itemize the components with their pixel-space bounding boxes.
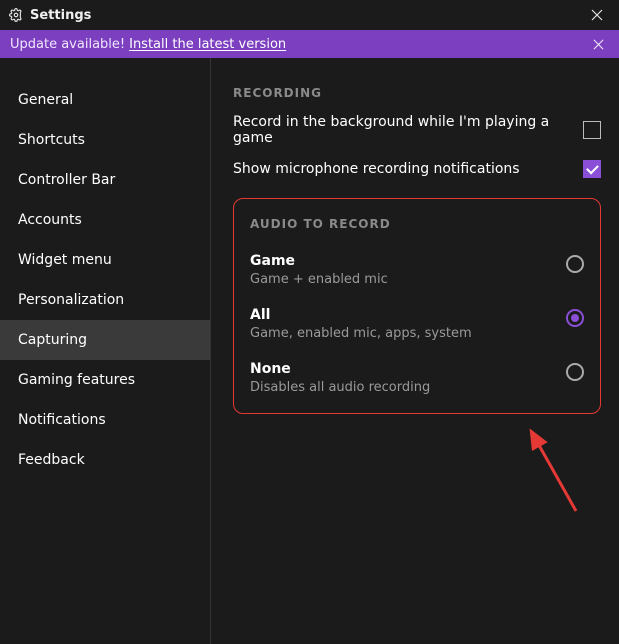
sidebar-item-label: Widget menu	[18, 252, 112, 268]
sidebar-item-label: Notifications	[18, 412, 106, 428]
sidebar-item-label: Accounts	[18, 212, 82, 228]
sidebar-item-notifications[interactable]: Notifications	[0, 400, 210, 440]
sidebar-item-gaming-features[interactable]: Gaming features	[0, 360, 210, 400]
sidebar-item-widget-menu[interactable]: Widget menu	[0, 240, 210, 280]
window-close-button[interactable]	[583, 1, 611, 29]
sidebar-item-label: Gaming features	[18, 372, 135, 388]
banner-close-button[interactable]	[587, 33, 609, 55]
audio-option-title: All	[250, 307, 566, 323]
sidebar-item-label: Personalization	[18, 292, 124, 308]
sidebar-item-personalization[interactable]: Personalization	[0, 280, 210, 320]
mic-notifications-label: Show microphone recording notifications	[233, 161, 583, 177]
sidebar-item-general[interactable]: General	[0, 80, 210, 120]
annotation-arrow	[521, 421, 591, 521]
sidebar-item-capturing[interactable]: Capturing	[0, 320, 210, 360]
audio-option-title: None	[250, 361, 566, 377]
audio-to-record-section: AUDIO TO RECORD Game Game + enabled mic …	[233, 198, 601, 414]
audio-option-none[interactable]: None Disables all audio recording	[250, 353, 584, 395]
sidebar-item-label: Shortcuts	[18, 132, 85, 148]
audio-option-title: Game	[250, 253, 566, 269]
audio-option-desc: Game + enabled mic	[250, 272, 566, 287]
sidebar-item-label: General	[18, 92, 73, 108]
sidebar-item-feedback[interactable]: Feedback	[0, 440, 210, 480]
banner-message: Update available!	[10, 37, 125, 52]
mic-notifications-row[interactable]: Show microphone recording notifications	[233, 160, 601, 178]
sidebar-item-shortcuts[interactable]: Shortcuts	[0, 120, 210, 160]
main: General Shortcuts Controller Bar Account…	[0, 58, 619, 644]
record-background-checkbox[interactable]	[583, 121, 601, 139]
close-icon	[593, 39, 604, 50]
recording-heading: RECORDING	[233, 86, 601, 100]
sidebar-item-accounts[interactable]: Accounts	[0, 200, 210, 240]
titlebar: Settings	[0, 0, 619, 30]
close-icon	[591, 9, 603, 21]
sidebar-item-label: Feedback	[18, 452, 85, 468]
audio-option-game-radio[interactable]	[566, 255, 584, 273]
banner-install-link[interactable]: Install the latest version	[129, 37, 286, 52]
mic-notifications-checkbox[interactable]	[583, 160, 601, 178]
audio-option-game[interactable]: Game Game + enabled mic	[250, 245, 584, 299]
audio-option-none-radio[interactable]	[566, 363, 584, 381]
content-pane: RECORDING Record in the background while…	[211, 58, 619, 644]
record-background-row[interactable]: Record in the background while I'm playi…	[233, 114, 601, 146]
window-title: Settings	[30, 8, 91, 23]
audio-option-all-radio[interactable]	[566, 309, 584, 327]
sidebar: General Shortcuts Controller Bar Account…	[0, 58, 211, 644]
audio-heading: AUDIO TO RECORD	[250, 217, 584, 231]
sidebar-item-label: Capturing	[18, 332, 87, 348]
gear-icon	[8, 7, 24, 23]
audio-option-desc: Disables all audio recording	[250, 380, 566, 395]
sidebar-item-controller-bar[interactable]: Controller Bar	[0, 160, 210, 200]
audio-option-all[interactable]: All Game, enabled mic, apps, system	[250, 299, 584, 353]
audio-option-desc: Game, enabled mic, apps, system	[250, 326, 566, 341]
record-background-label: Record in the background while I'm playi…	[233, 114, 583, 146]
sidebar-item-label: Controller Bar	[18, 172, 115, 188]
update-banner: Update available! Install the latest ver…	[0, 30, 619, 58]
